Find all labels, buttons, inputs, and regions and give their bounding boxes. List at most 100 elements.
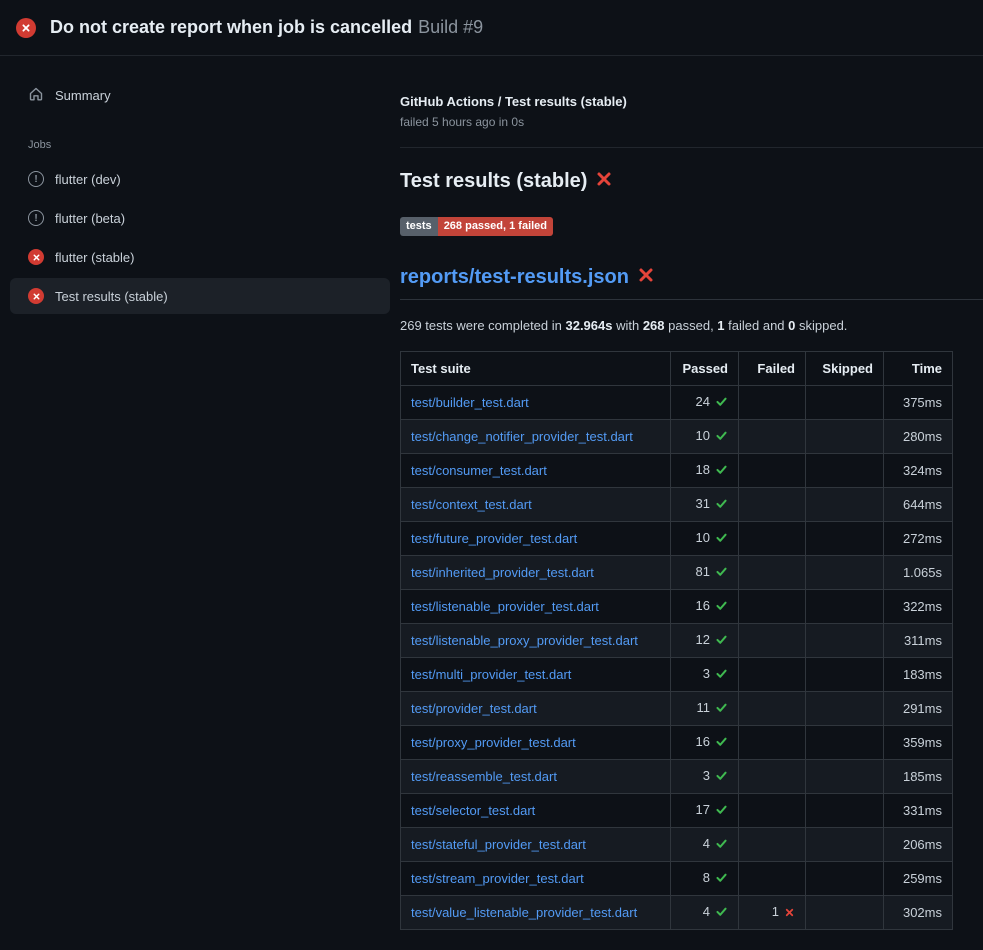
table-header-row: Test suite Passed Failed Skipped Time — [401, 352, 953, 386]
passed-cell: 16 — [671, 726, 739, 760]
time-cell: 291ms — [884, 692, 953, 726]
time-cell: 324ms — [884, 454, 953, 488]
test-suite-link[interactable]: test/value_listenable_provider_test.dart — [411, 905, 637, 920]
failed-x-icon — [596, 170, 612, 193]
passed-cell: 4 — [671, 828, 739, 862]
test-suite-link[interactable]: test/builder_test.dart — [411, 395, 529, 410]
column-header-skipped: Skipped — [806, 352, 884, 386]
test-suite-cell: test/context_test.dart — [401, 488, 671, 522]
sidebar-item-flutter-beta[interactable]: !flutter (beta) — [10, 200, 390, 236]
test-suite-link[interactable]: test/consumer_test.dart — [411, 463, 547, 478]
test-suite-link[interactable]: test/future_provider_test.dart — [411, 531, 577, 546]
test-suite-cell: test/future_provider_test.dart — [401, 522, 671, 556]
test-suite-link[interactable]: test/context_test.dart — [411, 497, 532, 512]
test-suite-link[interactable]: test/listenable_provider_test.dart — [411, 599, 599, 614]
time-cell: 185ms — [884, 760, 953, 794]
skipped-cell — [806, 828, 884, 862]
sidebar-item-flutter-stable[interactable]: flutter (stable) — [10, 239, 390, 275]
main-panel: GitHub Actions / Test results (stable) f… — [400, 56, 983, 949]
passed-count: 3 — [703, 666, 710, 681]
test-results-table: Test suite Passed Failed Skipped Time te… — [400, 351, 953, 930]
failed-cell — [739, 862, 806, 896]
time-cell: 311ms — [884, 624, 953, 658]
failed-cell — [739, 522, 806, 556]
job-label: flutter (beta) — [55, 211, 125, 226]
time-cell: 331ms — [884, 794, 953, 828]
skipped-cell — [806, 624, 884, 658]
test-suite-link[interactable]: test/listenable_proxy_provider_test.dart — [411, 633, 638, 648]
sidebar-item-test-results-stable[interactable]: Test results (stable) — [10, 278, 390, 314]
test-suite-link[interactable]: test/change_notifier_provider_test.dart — [411, 429, 633, 444]
check-icon — [715, 532, 728, 547]
report-link[interactable]: reports/test-results.json — [400, 266, 629, 289]
failed-cell: 1 — [739, 896, 806, 930]
time-cell: 259ms — [884, 862, 953, 896]
passed-cell: 18 — [671, 454, 739, 488]
check-icon — [715, 872, 728, 887]
passed-cell: 10 — [671, 522, 739, 556]
passed-count: 16 — [696, 734, 710, 749]
content-layout: Summary Jobs !flutter (dev)!flutter (bet… — [0, 56, 983, 949]
passed-count: 4 — [703, 904, 710, 919]
failed-x-icon — [638, 266, 654, 289]
column-header-test-suite: Test suite — [401, 352, 671, 386]
sidebar-item-flutter-dev[interactable]: !flutter (dev) — [10, 161, 390, 197]
test-suite-cell: test/reassemble_test.dart — [401, 760, 671, 794]
section-title-text: Test results (stable) — [400, 170, 587, 193]
test-suite-link[interactable]: test/proxy_provider_test.dart — [411, 735, 576, 750]
summary-duration: 32.964s — [565, 318, 612, 333]
report-heading: reports/test-results.json — [400, 266, 983, 300]
test-suite-link[interactable]: test/selector_test.dart — [411, 803, 535, 818]
time-cell: 272ms — [884, 522, 953, 556]
passed-count: 16 — [696, 598, 710, 613]
test-suite-link[interactable]: test/multi_provider_test.dart — [411, 667, 571, 682]
table-row: test/change_notifier_provider_test.dart 1… — [401, 420, 953, 454]
skipped-cell — [806, 794, 884, 828]
skipped-cell — [806, 556, 884, 590]
home-icon — [28, 86, 44, 105]
column-header-failed: Failed — [739, 352, 806, 386]
check-icon — [715, 770, 728, 785]
test-suite-link[interactable]: test/inherited_provider_test.dart — [411, 565, 594, 580]
failed-count: 1 — [772, 904, 779, 919]
sidebar-item-summary[interactable]: Summary — [10, 78, 390, 113]
test-suite-cell: test/builder_test.dart — [401, 386, 671, 420]
divider — [400, 147, 983, 148]
test-suite-cell: test/selector_test.dart — [401, 794, 671, 828]
test-suite-link[interactable]: test/stream_provider_test.dart — [411, 871, 584, 886]
test-suite-link[interactable]: test/stateful_provider_test.dart — [411, 837, 586, 852]
time-cell: 1.065s — [884, 556, 953, 590]
page-title: Do not create report when job is cancell… — [50, 17, 483, 38]
passed-cell: 24 — [671, 386, 739, 420]
passed-count: 17 — [696, 802, 710, 817]
skipped-cell — [806, 488, 884, 522]
test-suite-link[interactable]: test/provider_test.dart — [411, 701, 537, 716]
failed-cell — [739, 556, 806, 590]
skipped-cell — [806, 522, 884, 556]
passed-cell: 11 — [671, 692, 739, 726]
passed-count: 10 — [696, 428, 710, 443]
job-label: flutter (dev) — [55, 172, 121, 187]
failed-cell — [739, 760, 806, 794]
passed-cell: 16 — [671, 590, 739, 624]
passed-cell: 31 — [671, 488, 739, 522]
failed-cell — [739, 692, 806, 726]
failed-cell — [739, 488, 806, 522]
job-label: flutter (stable) — [55, 250, 134, 265]
passed-count: 81 — [696, 564, 710, 579]
failed-cell — [739, 590, 806, 624]
test-suite-link[interactable]: test/reassemble_test.dart — [411, 769, 557, 784]
table-row: test/selector_test.dart 17 331ms — [401, 794, 953, 828]
test-suite-cell: test/stream_provider_test.dart — [401, 862, 671, 896]
skipped-cell — [806, 862, 884, 896]
column-header-time: Time — [884, 352, 953, 386]
skipped-cell — [806, 896, 884, 930]
passed-cell: 10 — [671, 420, 739, 454]
failed-icon — [28, 288, 44, 304]
passed-cell: 81 — [671, 556, 739, 590]
failed-cell — [739, 386, 806, 420]
table-row: test/listenable_provider_test.dart16322m… — [401, 590, 953, 624]
time-cell: 280ms — [884, 420, 953, 454]
table-row: test/inherited_provider_test.dart 81 1.065… — [401, 556, 953, 590]
time-cell: 375ms — [884, 386, 953, 420]
